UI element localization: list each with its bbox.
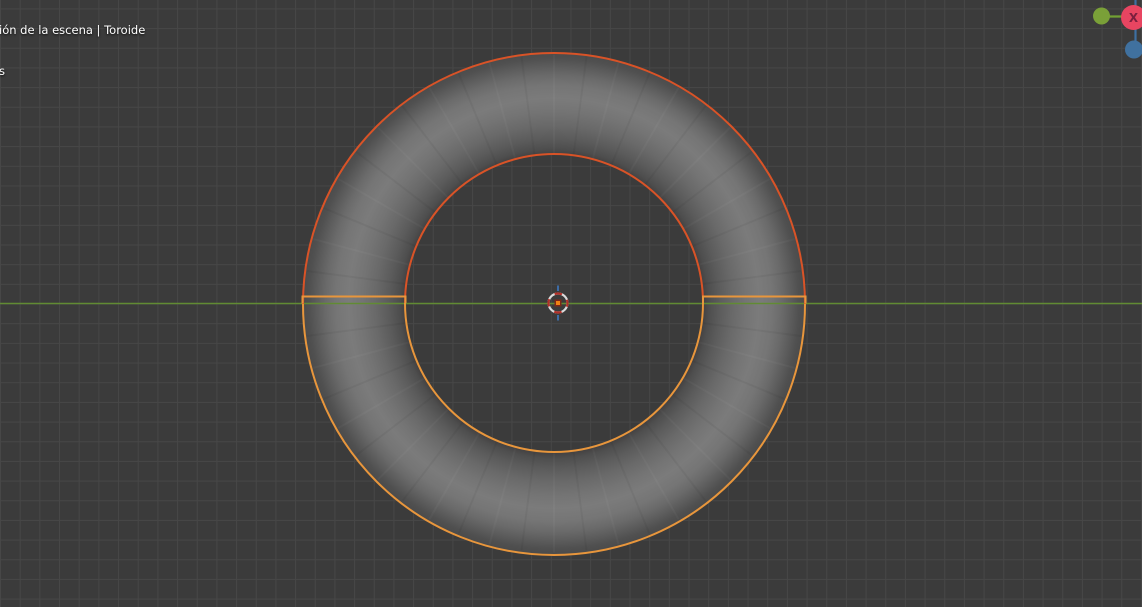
object-origin xyxy=(554,299,562,307)
navigation-gizmo[interactable]: X xyxy=(1093,0,1142,59)
3d-viewport[interactable]: X ión de la escena | Toroide s xyxy=(0,0,1142,607)
gizmo-z-ball-icon[interactable] xyxy=(1125,40,1142,59)
gizmo-x-label: X xyxy=(1129,11,1139,25)
origin-dot xyxy=(556,301,560,305)
gizmo-y-ball-icon[interactable] xyxy=(1093,7,1110,25)
viewport-scene: X xyxy=(0,0,1142,556)
